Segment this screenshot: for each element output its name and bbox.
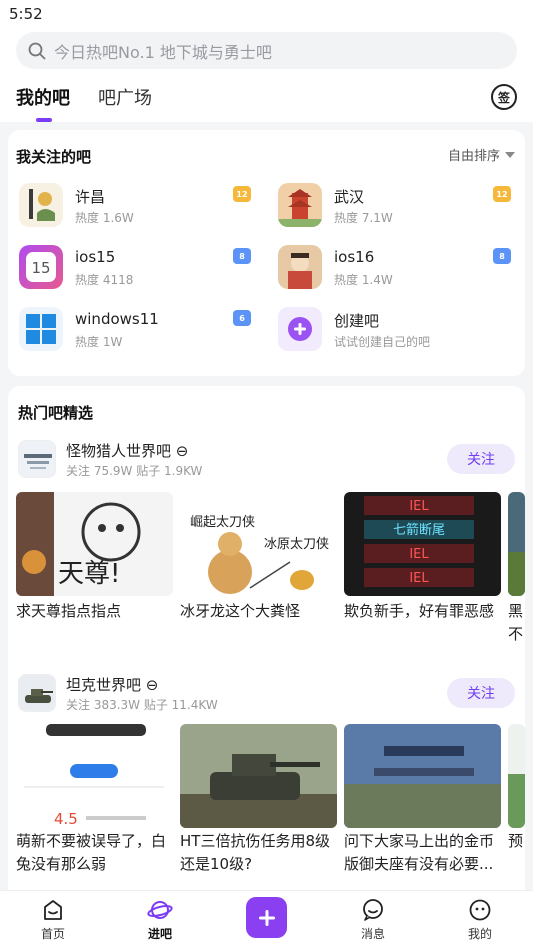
search-bar[interactable]: 今日热吧No.1 地下城与勇士吧: [16, 32, 517, 69]
level-badge: 12: [233, 186, 251, 202]
ba-item-ios16[interactable]: ios16 热度 1.4W 8: [278, 242, 528, 292]
create-ba-hint: 试试创建自己的吧: [334, 335, 431, 349]
search-icon: [28, 42, 46, 59]
ba-name: windows11: [75, 310, 159, 328]
ba-heat: 热度 4118: [75, 273, 134, 287]
plus-icon: [258, 909, 275, 926]
caret-down-icon: [505, 151, 515, 158]
level-badge: 8: [493, 248, 511, 264]
post-thumbnail[interactable]: IEL 七箭断尾 IEL IEL: [344, 492, 501, 596]
level-badge: 6: [233, 310, 251, 326]
hot-group-world-of-tanks: 坦克世界吧 ⊖ 关注 383.3W 贴子 11.4KW 关注 4.5 萌新不要被…: [8, 674, 525, 890]
ba-item-ios15[interactable]: 15 ios15 热度 4118 8: [19, 242, 269, 292]
create-ba-logo: [278, 307, 322, 351]
nav-label: 消息: [360, 927, 385, 941]
svg-text:15: 15: [31, 259, 50, 277]
ba-heat: 热度 1.6W: [75, 211, 134, 225]
hot-ba-card: 热门吧精选 怪物猎人世界吧 ⊖ 关注 75.9W 贴子 1.9KW 关注 天尊!…: [8, 386, 525, 890]
ba-name: ios15: [75, 248, 116, 266]
post-caption[interactable]: 欺负新手，好有罪恶感: [344, 600, 504, 623]
ba-item-xuchang[interactable]: 许昌 热度 1.6W 12: [19, 180, 269, 230]
thumb-text: 崛起太刀侠: [190, 515, 255, 530]
post-caption[interactable]: 萌新不要被误导了，白兔没有那么弱: [16, 830, 176, 876]
message-icon: [363, 899, 383, 921]
thumb-text: IEL: [409, 547, 429, 562]
profile-icon: [469, 899, 491, 921]
tab-my-ba[interactable]: 我的吧: [16, 84, 70, 122]
post-thumbnail[interactable]: 4.5: [16, 724, 173, 828]
sign-in-icon[interactable]: 签: [491, 84, 517, 110]
bottom-nav: 首页 进吧 消息 我的: [0, 890, 533, 948]
ba-item-wuhan[interactable]: 武汉 热度 7.1W 12: [278, 180, 528, 230]
planet-icon: [147, 901, 173, 919]
post-caption[interactable]: 冰牙龙这个大粪怪: [180, 600, 337, 623]
group-logo: [18, 674, 56, 712]
post-caption[interactable]: 问下大家马上出的金币版御夫座有没有必要...: [344, 830, 504, 876]
post-thumbnail[interactable]: [344, 724, 501, 828]
nav-label: 进吧: [147, 927, 172, 941]
ba-name: 武汉: [334, 188, 365, 206]
ba-logo-windows11: [19, 307, 63, 351]
followed-ba-card: 我关注的吧 自由排序 许昌 热度 1.6W 12 武汉 热度 7.1W 12 1…: [8, 130, 525, 376]
top-header: 今日热吧No.1 地下城与勇士吧 我的吧 吧广场 签: [0, 28, 533, 122]
ba-logo-xuchang: [19, 183, 63, 227]
ba-heat: 热度 1W: [75, 335, 123, 349]
ba-item-windows11[interactable]: windows11 热度 1W 6: [19, 304, 269, 354]
post-thumbnail[interactable]: 崛起太刀侠 冰原太刀侠: [180, 492, 337, 596]
hot-title: 热门吧精选: [18, 404, 94, 422]
home-icon: [44, 900, 62, 920]
group-stats: 关注 383.3W 贴子 11.4KW: [66, 698, 218, 712]
level-badge: 8: [233, 248, 251, 264]
ba-logo-ios15: 15: [19, 245, 63, 289]
nav-home[interactable]: 首页: [23, 899, 83, 942]
nav-label: 我的: [467, 927, 492, 941]
status-time: 5:52: [9, 5, 43, 23]
level-badge: 12: [493, 186, 511, 202]
group-name: 坦克世界吧 ⊖: [66, 676, 159, 694]
post-thumbnail[interactable]: [508, 724, 525, 828]
sort-dropdown[interactable]: 自由排序: [448, 145, 515, 164]
followed-title: 我关注的吧: [16, 148, 92, 166]
post-thumbnail[interactable]: 天尊!: [16, 492, 173, 596]
tab-bar: 我的吧 吧广场: [16, 84, 180, 122]
ba-name: 许昌: [75, 188, 106, 206]
post-caption[interactable]: 预: [508, 830, 525, 853]
plus-circle-icon: [288, 317, 312, 341]
create-post-button[interactable]: [246, 897, 287, 938]
post-thumbnail[interactable]: [180, 724, 337, 828]
post-caption[interactable]: 黑 不: [508, 600, 525, 646]
group-stats: 关注 75.9W 贴子 1.9KW: [66, 464, 203, 478]
sort-label: 自由排序: [447, 149, 500, 164]
thumb-score: 4.5: [54, 810, 78, 828]
ba-name: ios16: [334, 248, 375, 266]
follow-button[interactable]: 关注: [447, 444, 515, 474]
nav-enter-ba[interactable]: 进吧: [130, 899, 190, 942]
thumb-text: 冰原太刀侠: [264, 537, 329, 552]
create-ba-item[interactable]: 创建吧 试试创建自己的吧: [278, 304, 528, 354]
nav-profile[interactable]: 我的: [450, 899, 510, 942]
search-placeholder: 今日热吧No.1 地下城与勇士吧: [54, 42, 272, 62]
nav-messages[interactable]: 消息: [343, 899, 403, 942]
thumb-text: 七箭断尾: [393, 522, 445, 538]
ba-logo-ios16: [278, 245, 322, 289]
ba-logo-wuhan: [278, 183, 322, 227]
group-logo: [18, 440, 56, 478]
ba-heat: 热度 7.1W: [334, 211, 393, 225]
create-ba-label: 创建吧: [334, 312, 380, 330]
tab-ba-square[interactable]: 吧广场: [98, 84, 152, 118]
follow-button[interactable]: 关注: [447, 678, 515, 708]
ba-heat: 热度 1.4W: [334, 273, 393, 287]
nav-label: 首页: [40, 927, 65, 941]
status-bar: 5:52: [0, 0, 533, 28]
group-name: 怪物猎人世界吧 ⊖: [66, 442, 189, 460]
thumb-text: 天尊!: [58, 559, 120, 589]
thumb-text: IEL: [409, 499, 429, 514]
thumb-text: IEL: [409, 571, 429, 586]
post-thumbnail[interactable]: [508, 492, 525, 596]
hot-group-monster-hunter: 怪物猎人世界吧 ⊖ 关注 75.9W 贴子 1.9KW 关注 天尊! 求天尊指点…: [8, 440, 525, 660]
post-caption[interactable]: HT三倍抗伤任务用8级还是10级?: [180, 830, 340, 876]
post-caption[interactable]: 求天尊指点指点: [16, 600, 173, 623]
